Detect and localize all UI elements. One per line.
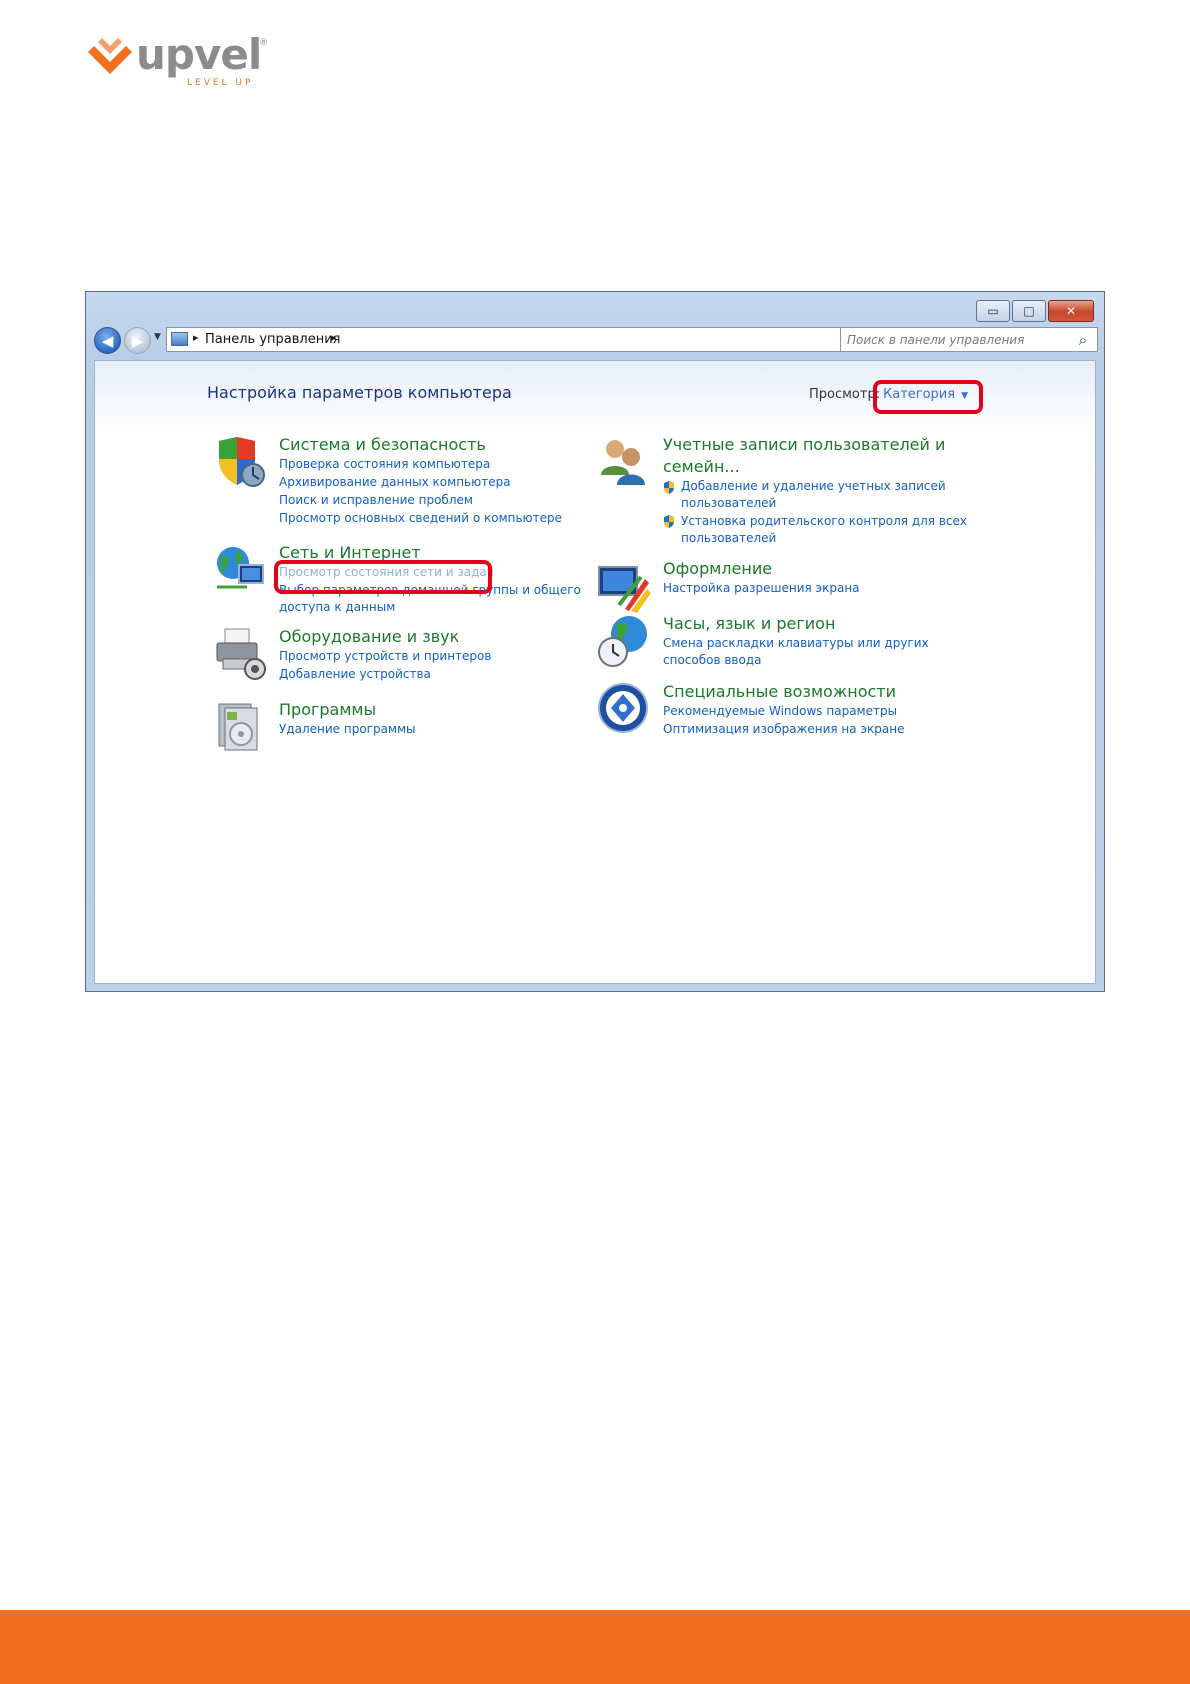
search-input[interactable] xyxy=(845,330,1067,349)
caption-buttons: ▭ □ ✕ xyxy=(974,300,1094,322)
link-homegroup-cont[interactable]: доступа к данным xyxy=(279,600,395,614)
category-title-cont[interactable]: семейн... xyxy=(663,457,740,476)
category-system-security: Система и безопасность Проверка состояни… xyxy=(213,435,613,535)
category-title[interactable]: Оборудование и звук xyxy=(279,627,459,646)
search-box: ⌕ xyxy=(840,327,1098,352)
breadcrumb-chevron-icon[interactable]: ▸ xyxy=(193,331,199,344)
minimize-icon: ▭ xyxy=(987,304,999,318)
category-title[interactable]: Учетные записи пользователей и xyxy=(663,435,945,454)
page-title: Настройка параметров компьютера xyxy=(207,383,512,402)
content-area: Настройка параметров компьютера Просмотр… xyxy=(94,360,1096,984)
link-uninstall-program[interactable]: Удаление программы xyxy=(279,722,416,736)
recent-pages-dropdown[interactable]: ▼ xyxy=(154,332,161,342)
breadcrumb-chevron-icon[interactable]: ▸ xyxy=(331,331,337,344)
link-devices-printers[interactable]: Просмотр устройств и принтеров xyxy=(279,649,491,663)
clock-globe-icon xyxy=(598,616,647,667)
search-icon[interactable]: ⌕ xyxy=(1073,329,1093,350)
link-parental-control[interactable]: Установка родительского контроля для все… xyxy=(681,514,967,528)
link-system-info[interactable]: Просмотр основных сведений о компьютере xyxy=(279,511,562,525)
close-button[interactable]: ✕ xyxy=(1048,300,1094,322)
logo-registered: ® xyxy=(259,38,268,48)
highlight-view-by xyxy=(873,380,983,414)
link-keyboard-layout[interactable]: Смена раскладки клавиатуры или других xyxy=(663,636,929,650)
category-programs: Программы Удаление программы xyxy=(213,700,613,760)
forward-button[interactable]: ▶ xyxy=(124,327,151,354)
appearance-icon xyxy=(598,566,651,613)
category-title[interactable]: Программы xyxy=(279,700,376,719)
back-arrow-icon: ◀ xyxy=(101,331,114,350)
link-troubleshoot[interactable]: Поиск и исправление проблем xyxy=(279,493,473,507)
view-label: Просмотр: xyxy=(809,387,881,402)
category-clock-language: Часы, язык и регион Смена раскладки клав… xyxy=(597,614,997,674)
category-hardware-sound: Оборудование и звук Просмотр устройств и… xyxy=(213,627,613,687)
link-add-remove-accounts[interactable]: Добавление и удаление учетных записей xyxy=(681,479,946,493)
link-backup[interactable]: Архивирование данных компьютера xyxy=(279,475,511,489)
category-title[interactable]: Часы, язык и регион xyxy=(663,614,835,633)
highlight-network-status xyxy=(274,560,492,594)
link-check-computer-status[interactable]: Проверка состояния компьютера xyxy=(279,457,490,471)
category-title[interactable]: Специальные возможности xyxy=(663,682,896,701)
link-add-device[interactable]: Добавление устройства xyxy=(279,667,431,681)
link-keyboard-layout-cont[interactable]: способов ввода xyxy=(663,653,762,667)
uac-shield-icon xyxy=(664,481,674,494)
category-title[interactable]: Система и безопасность xyxy=(279,435,486,454)
link-screen-resolution[interactable]: Настройка разрешения экрана xyxy=(663,581,860,595)
category-title[interactable]: Оформление xyxy=(663,559,772,578)
shield-icon xyxy=(219,437,265,487)
programs-icon xyxy=(218,703,258,751)
link-optimize-display[interactable]: Оптимизация изображения на экране xyxy=(663,722,904,736)
control-panel-window: ▭ □ ✕ ◀ ▶ ▼ ▸ Панель управления ▸ ▼ ↻ ⌕ … xyxy=(85,291,1105,992)
upvel-logo: upvel ® LEVEL UP xyxy=(86,30,276,92)
footer-bar xyxy=(0,1610,1190,1684)
accessibility-icon xyxy=(598,683,648,733)
address-bar[interactable]: ▸ Панель управления ▸ ▼ ↻ xyxy=(166,327,888,352)
upvel-chevron-logo-icon xyxy=(88,38,132,74)
network-globe-icon xyxy=(217,547,264,589)
link-recommended-settings[interactable]: Рекомендуемые Windows параметры xyxy=(663,704,897,718)
maximize-button[interactable]: □ xyxy=(1012,300,1046,322)
users-icon xyxy=(601,440,645,485)
breadcrumb-control-panel[interactable]: Панель управления xyxy=(205,332,341,347)
printer-icon xyxy=(216,628,266,680)
link-parental-control-cont[interactable]: пользователей xyxy=(681,531,776,545)
maximize-icon: □ xyxy=(1023,304,1035,318)
navigation-bar: ◀ ▶ ▼ ▸ Панель управления ▸ ▼ ↻ ⌕ xyxy=(94,326,1098,354)
uac-shield-icon xyxy=(664,515,674,528)
logo-wordmark: upvel xyxy=(136,30,262,79)
logo-tagline: LEVEL UP xyxy=(187,78,254,88)
link-add-remove-accounts-cont[interactable]: пользователей xyxy=(681,496,776,510)
minimize-button[interactable]: ▭ xyxy=(976,300,1010,322)
back-button[interactable]: ◀ xyxy=(94,327,121,354)
forward-arrow-icon: ▶ xyxy=(131,331,144,350)
category-user-accounts: Учетные записи пользователей и семейн...… xyxy=(597,435,1017,545)
category-accessibility: Специальные возможности Рекомендуемые Wi… xyxy=(597,682,997,742)
category-appearance: Оформление Настройка разрешения экрана xyxy=(597,559,997,619)
close-icon: ✕ xyxy=(1065,304,1077,318)
control-panel-icon xyxy=(171,332,188,346)
